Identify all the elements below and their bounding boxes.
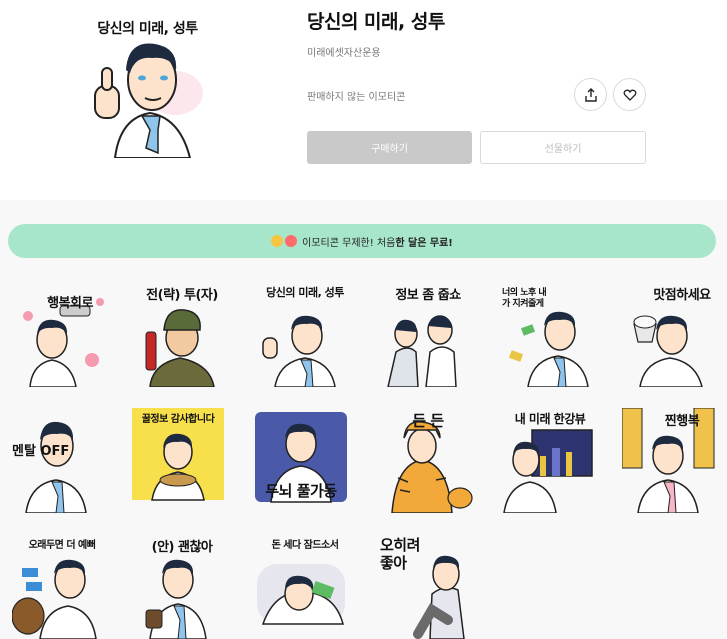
sticker-caption: 두뇌 풀가동 xyxy=(265,482,337,500)
sticker-item[interactable]: 내 미래 한강뷰 xyxy=(500,408,600,513)
sticker-caption: 정보 좀 줍쇼 xyxy=(395,288,461,303)
sticker-caption: 전(략) 투(자) xyxy=(146,288,218,303)
sticker-item[interactable]: 맛점하세요 xyxy=(622,282,722,387)
sticker-item[interactable]: 돈 세다 잠드소서 xyxy=(255,534,355,639)
sticker-item[interactable]: 전(략) 투(자) xyxy=(132,282,232,387)
sticker-item[interactable]: (안) 괜찮아 xyxy=(132,534,232,639)
buy-button[interactable]: 구매하기 xyxy=(307,131,472,164)
sticker-caption: 너의 노후 내가 지켜줄게 xyxy=(502,288,547,309)
sticker-caption: 멘탈 OFF xyxy=(12,444,70,459)
page-title: 당신의 미래, 성투 xyxy=(307,11,445,33)
sticker-item[interactable]: 멘탈 OFF xyxy=(12,408,112,513)
sticker-character-icon xyxy=(25,421,87,513)
sticker-caption: 내 미래 한강뷰 xyxy=(514,412,586,426)
like-button[interactable] xyxy=(613,78,646,111)
sticker-caption: 돈 세다 잠드소서 xyxy=(271,540,339,551)
sticker-caption: 오히려 좋아 xyxy=(380,536,420,572)
sticker-item[interactable]: 꿀정보 감사합니다 xyxy=(132,408,232,513)
sticker-caption: 행복회로 xyxy=(47,296,93,311)
sticker-item[interactable]: 두뇌 풀가동 xyxy=(255,408,355,513)
hero-character-icon xyxy=(94,43,203,159)
sticker-item[interactable]: 오래두면 더 예뻐 xyxy=(12,534,112,639)
banner-highlight: 한 달은 무료! xyxy=(395,237,453,249)
sticker-item[interactable]: 당신의 미래, 성투 xyxy=(255,282,355,387)
sticker-caption: 찐행복 xyxy=(664,414,700,429)
sticker-item[interactable]: 행복회로 xyxy=(12,282,112,387)
banner-text: 이모티콘 무제한! 처음 xyxy=(302,237,396,249)
sticker-item[interactable]: 너의 노후 내가 지켜줄게 xyxy=(500,282,600,387)
sticker-item[interactable]: 든 든 xyxy=(378,408,478,513)
gift-button[interactable]: 선물하기 xyxy=(480,131,646,164)
sticker-caption: 꿀정보 감사합니다 xyxy=(141,414,215,425)
hero-emoticon-image: 당신의 미래, 성투 xyxy=(80,18,215,159)
hero-caption: 당신의 미래, 성투 xyxy=(97,21,198,37)
sale-status: 판매하지 않는 이모티콘 xyxy=(307,92,406,103)
product-info: 당신의 미래, 성투 미래에셋자산운용 판매하지 않는 이모티콘 구매하기 선물… xyxy=(307,8,647,164)
subscription-banner[interactable]: 이모티콘 무제한! 처음 한 달은 무료! xyxy=(8,224,716,258)
sticker-caption: 맛점하세요 xyxy=(653,288,711,303)
sticker-item[interactable]: 정보 좀 줍쇼 xyxy=(378,282,478,387)
product-header: 당신의 미래, 성투 당신의 미래, 성투 미래에셋자산운용 판매하지 않는 이… xyxy=(0,0,727,200)
heart-icon xyxy=(623,89,636,101)
sticker-item[interactable]: 오히려 좋아 xyxy=(378,534,478,639)
sticker-caption: 오래두면 더 예뻐 xyxy=(28,540,96,551)
share-button[interactable] xyxy=(574,78,607,111)
sticker-caption: (안) 괜찮아 xyxy=(151,540,213,555)
share-icon xyxy=(584,87,597,102)
company-name[interactable]: 미래에셋자산운용 xyxy=(307,44,647,59)
sticker-item[interactable]: 찐행복 xyxy=(622,408,722,513)
sticker-caption: 당신의 미래, 성투 xyxy=(266,286,344,299)
plus-coin-icon xyxy=(285,235,298,247)
smile-coin-icon xyxy=(271,235,284,247)
sticker-caption: 든 든 xyxy=(412,412,444,430)
